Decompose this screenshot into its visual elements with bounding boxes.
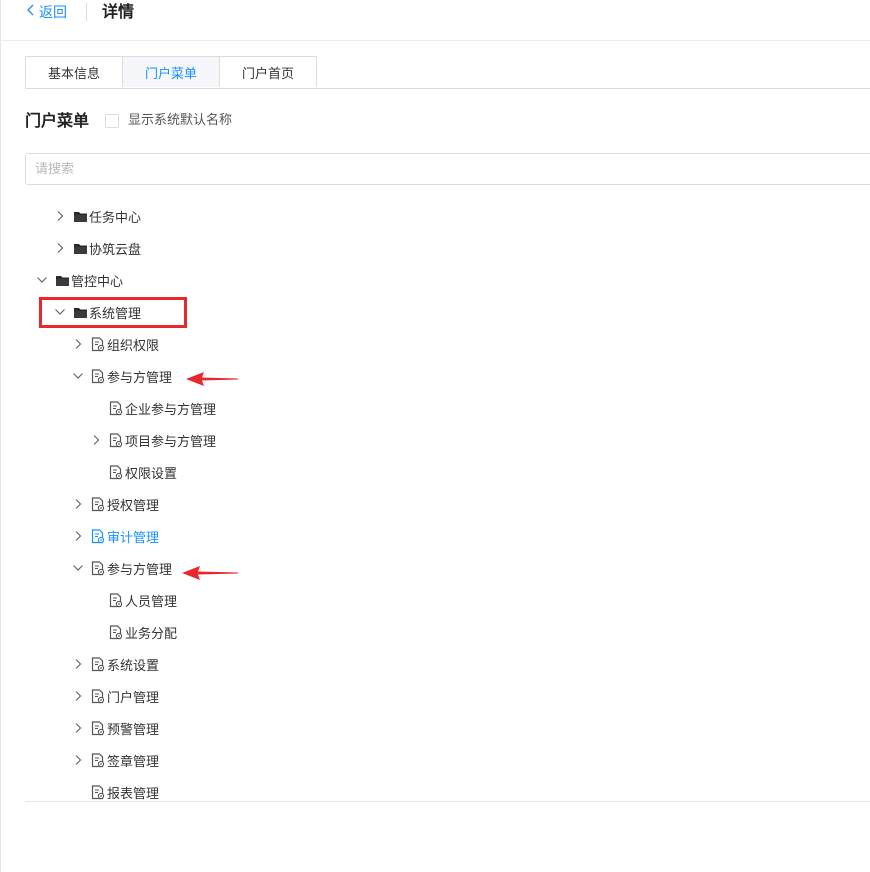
- page-icon: [109, 592, 124, 607]
- chevron-right-icon[interactable]: [71, 657, 85, 671]
- page-icon: [91, 752, 106, 767]
- tree-bottom-divider: [25, 801, 870, 802]
- page-title: 详情: [102, 2, 135, 21]
- chevron-down-icon[interactable]: [71, 369, 85, 383]
- tree-node[interactable]: 业务分配: [89, 616, 177, 648]
- page-icon: [91, 368, 106, 383]
- show-default-name-checkbox[interactable]: [105, 114, 119, 128]
- tab-portal-menu[interactable]: 门户菜单: [123, 56, 220, 87]
- chevron-right-icon[interactable]: [71, 497, 85, 511]
- chevron-left-icon: [26, 4, 39, 20]
- tree-node[interactable]: 门户管理: [71, 680, 159, 712]
- tab-basic-info[interactable]: 基本信息: [25, 56, 123, 87]
- arrow-annotation-2: [182, 566, 238, 580]
- page-icon: [91, 560, 106, 575]
- tree-node-label: 任务中心: [89, 210, 142, 226]
- search-input[interactable]: [25, 153, 870, 185]
- tree-node[interactable]: 组织权限: [71, 328, 159, 360]
- chevron-right-icon[interactable]: [53, 209, 67, 223]
- chevron-right-icon[interactable]: [53, 241, 67, 255]
- tab-portal-home[interactable]: 门户首页: [220, 56, 317, 87]
- tree-node-label: 权限设置: [125, 466, 178, 482]
- tree-node-label: 组织权限: [107, 338, 160, 354]
- page-icon: [91, 528, 106, 543]
- chevron-right-icon[interactable]: [71, 753, 85, 767]
- tree-node-label: 项目参与方管理: [125, 434, 217, 450]
- tree-node[interactable]: 参与方管理: [71, 552, 172, 584]
- chevron-right-icon[interactable]: [71, 529, 85, 543]
- page-icon: [91, 336, 106, 351]
- tab-label: 门户菜单: [144, 66, 197, 82]
- tree-node-label: 参与方管理: [107, 562, 173, 578]
- page-icon: [91, 720, 106, 735]
- tree-node[interactable]: 人员管理: [89, 584, 177, 616]
- chevron-right-icon[interactable]: [71, 337, 85, 351]
- tree-node[interactable]: 任务中心: [53, 200, 141, 232]
- tab-label: 门户首页: [241, 66, 294, 82]
- tree-node-label: 预警管理: [107, 722, 160, 738]
- header-divider: [86, 3, 87, 21]
- tree-node-label: 签章管理: [107, 754, 160, 770]
- tree-node[interactable]: 审计管理: [71, 520, 159, 552]
- section-title: 门户菜单: [25, 111, 90, 130]
- tree-node[interactable]: 管控中心: [35, 264, 123, 296]
- page-icon: [91, 656, 106, 671]
- tree-node-label: 系统设置: [107, 658, 160, 674]
- tree-node[interactable]: 系统设置: [71, 648, 159, 680]
- chevron-right-icon[interactable]: [71, 721, 85, 735]
- checkbox-label[interactable]: 显示系统默认名称: [128, 112, 232, 130]
- tree-node[interactable]: 预警管理: [71, 712, 159, 744]
- tree-node-label: 门户管理: [107, 690, 160, 706]
- tree-node-label: 参与方管理: [107, 370, 173, 386]
- page-icon: [109, 464, 124, 479]
- tree-node-label: 业务分配: [125, 626, 178, 642]
- menu-tree: 任务中心 协筑云盘 管控中心 系统管理 组织权限 参与方管理 企业参与方管理 项目参与方管理权…: [0, 200, 870, 802]
- tree-node[interactable]: 权限设置: [89, 456, 177, 488]
- tree-node-label: 人员管理: [125, 594, 178, 610]
- tree-node[interactable]: 项目参与方管理: [89, 424, 216, 456]
- tab-bar: 基本信息 门户菜单 门户首页: [25, 56, 317, 88]
- page-icon: [91, 496, 106, 511]
- back-button[interactable]: 返回: [26, 3, 67, 21]
- tab-label: 基本信息: [47, 66, 100, 82]
- chevron-down-icon[interactable]: [35, 273, 49, 287]
- tree-node-label: 审计管理: [107, 530, 160, 546]
- folder-icon: [73, 209, 88, 223]
- back-label: 返回: [39, 5, 67, 21]
- tree-node[interactable]: 报表管理: [71, 776, 159, 802]
- tree-node[interactable]: 签章管理: [71, 744, 159, 776]
- tree-node-label: 授权管理: [107, 498, 160, 514]
- chevron-down-icon[interactable]: [71, 561, 85, 575]
- folder-icon: [55, 273, 70, 287]
- page-icon: [91, 784, 106, 799]
- folder-icon: [73, 241, 88, 255]
- tree-node-label: 报表管理: [107, 786, 160, 802]
- tree-node[interactable]: 企业参与方管理: [89, 392, 216, 424]
- tree-node-label: 管控中心: [71, 274, 124, 290]
- page-icon: [109, 432, 124, 447]
- page-icon: [91, 688, 106, 703]
- highlight-box: [39, 297, 187, 328]
- tab-underline: [25, 88, 870, 89]
- arrow-annotation-1: [186, 372, 238, 386]
- chevron-right-icon[interactable]: [71, 689, 85, 703]
- tree-node[interactable]: 授权管理: [71, 488, 159, 520]
- tree-node-label: 协筑云盘: [89, 242, 142, 258]
- page-icon: [109, 400, 124, 415]
- page-icon: [109, 624, 124, 639]
- tree-node-label: 企业参与方管理: [125, 402, 217, 418]
- tree-node[interactable]: 参与方管理: [71, 360, 172, 392]
- chevron-right-icon[interactable]: [89, 433, 103, 447]
- tree-node[interactable]: 协筑云盘: [53, 232, 141, 264]
- page-header: 返回 详情: [0, 0, 870, 41]
